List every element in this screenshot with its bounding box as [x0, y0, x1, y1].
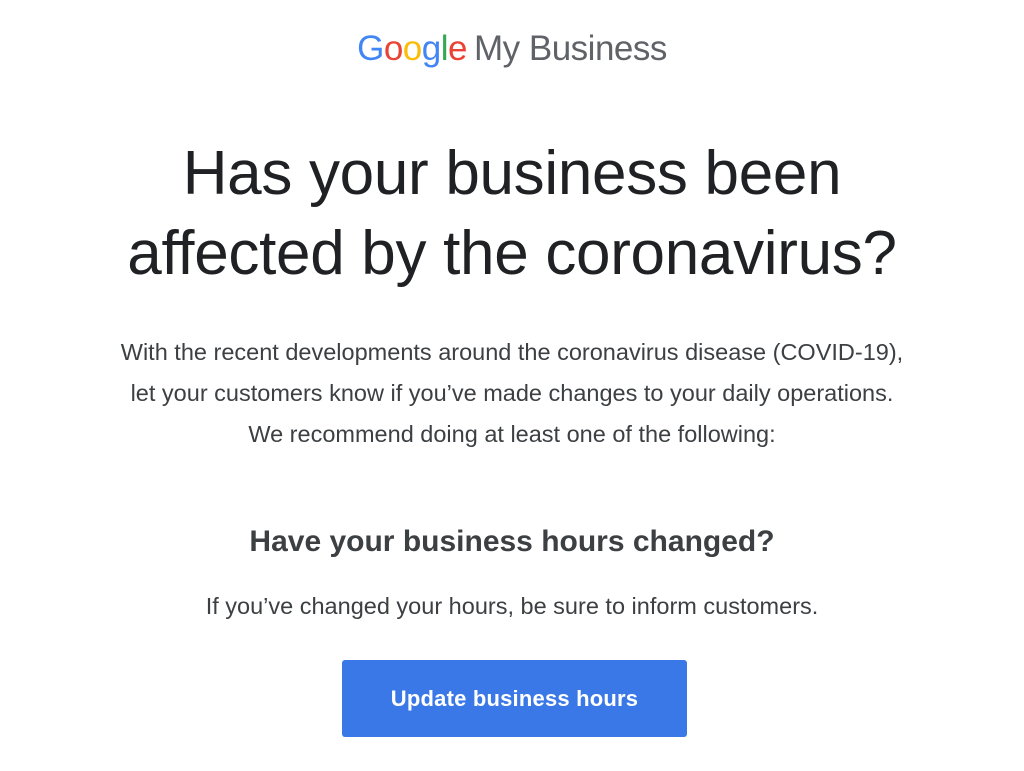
- hours-section-title: Have your business hours changed?: [249, 525, 775, 558]
- hours-section-description: If you’ve changed your hours, be sure to…: [205, 593, 819, 619]
- headline-line-1: Has your business been: [182, 139, 842, 208]
- headline-line-2: affected by the coronavirus?: [127, 219, 897, 288]
- intro-line-1: With the recent developments around the …: [120, 339, 904, 365]
- logo-letter: g: [421, 29, 441, 68]
- intro-paragraph: With the recent developments around the …: [30, 332, 994, 455]
- email-body: Google My Business Has your business been…: [0, 0, 1024, 771]
- google-wordmark: Google: [357, 29, 467, 68]
- logo-letter: G: [357, 29, 384, 68]
- page-headline: Has your business been affected by the c…: [40, 134, 984, 294]
- update-business-hours-button[interactable]: Update business hours: [342, 660, 687, 737]
- logo-letter: o: [383, 29, 403, 68]
- logo-letter: l: [440, 29, 449, 68]
- intro-line-2: let your customers know if you’ve made c…: [130, 380, 894, 406]
- product-name: My Business: [473, 29, 667, 68]
- google-my-business-logo: Google My Business: [0, 26, 1024, 72]
- logo-letter: o: [402, 29, 422, 68]
- logo-letter: e: [448, 29, 467, 68]
- intro-line-3: We recommend doing at least one of the f…: [248, 421, 776, 447]
